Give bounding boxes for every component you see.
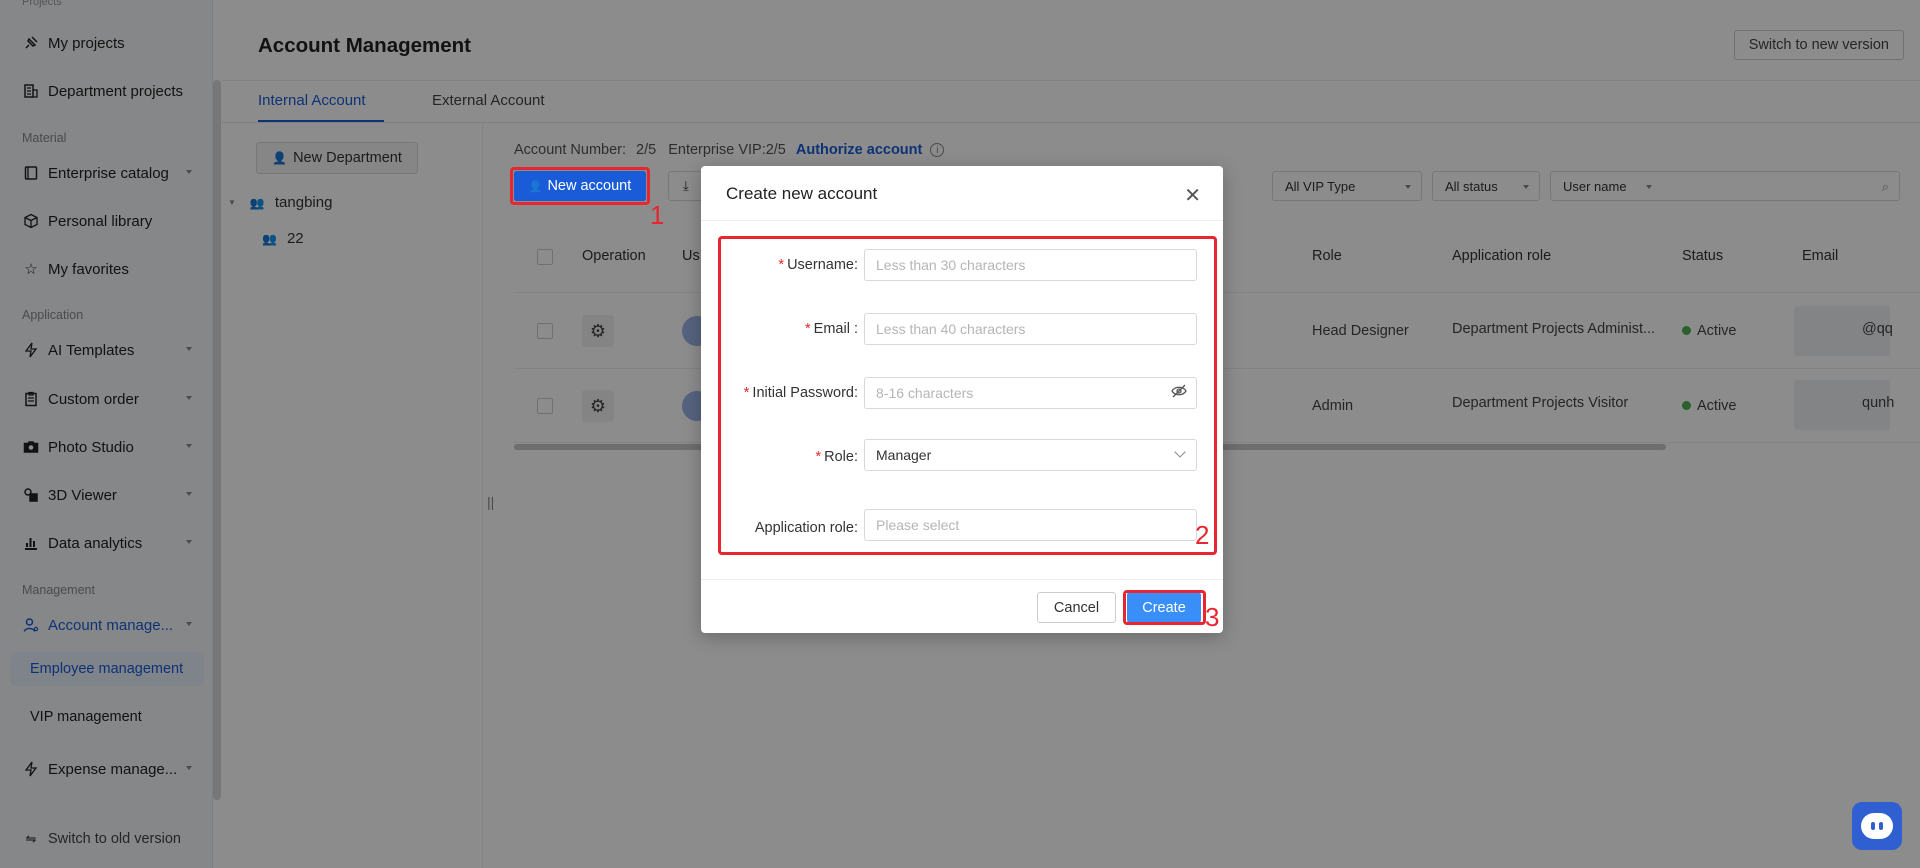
dialog-title: Create new account [726,184,878,203]
annotation-box-3 [1123,590,1206,625]
chat-support-button[interactable] [1852,802,1902,850]
cancel-button[interactable]: Cancel [1037,592,1116,623]
annotation-number-2: 2 [1195,520,1210,550]
annotation-box-2 [718,236,1217,555]
close-icon[interactable]: ✕ [1184,186,1201,206]
annotation-box-1 [510,167,650,205]
chat-bubble-icon [1861,813,1893,839]
annotation-number-1: 1 [650,200,665,230]
dialog-footer-divider [701,579,1223,580]
annotation-number-3: 3 [1205,602,1220,632]
dialog-header-divider [701,220,1223,221]
